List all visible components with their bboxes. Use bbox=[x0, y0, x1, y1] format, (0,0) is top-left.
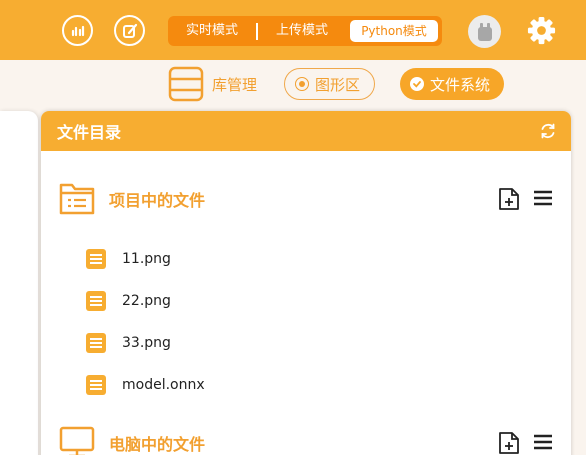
file-directory-panel: 文件目录 项目中的文件 11.png 22.png 33.png model.o… bbox=[41, 111, 571, 455]
chart-icon[interactable] bbox=[62, 15, 93, 46]
gear-icon[interactable] bbox=[526, 15, 557, 46]
panel-title: 文件目录 bbox=[57, 123, 122, 142]
radio-icon bbox=[295, 77, 309, 91]
file-item[interactable]: 22.png bbox=[85, 289, 171, 313]
left-side-panel bbox=[0, 111, 38, 455]
edit-icon[interactable] bbox=[114, 15, 145, 46]
robot-avatar-icon[interactable] bbox=[468, 15, 501, 48]
refresh-icon[interactable] bbox=[539, 122, 557, 140]
file-item[interactable]: 33.png bbox=[85, 331, 171, 355]
file-item[interactable]: model.onnx bbox=[85, 373, 205, 397]
check-icon bbox=[410, 77, 424, 91]
menu-icon[interactable] bbox=[533, 433, 553, 451]
add-file-icon[interactable] bbox=[498, 187, 520, 211]
file-name: 11.png bbox=[122, 251, 171, 267]
document-icon bbox=[86, 375, 106, 395]
mode-python-button[interactable]: Python模式 bbox=[350, 20, 438, 42]
nav-graph-button[interactable]: 图形区 bbox=[284, 68, 376, 100]
monitor-icon bbox=[59, 426, 95, 455]
mode-upload-button[interactable]: 上传模式 bbox=[258, 16, 346, 46]
mode-switch: 实时模式 上传模式 Python模式 bbox=[168, 16, 442, 46]
file-name: 22.png bbox=[122, 293, 171, 309]
file-item[interactable]: 11.png bbox=[85, 247, 171, 271]
folder-icon bbox=[59, 183, 95, 215]
mode-realtime-button[interactable]: 实时模式 bbox=[168, 16, 256, 46]
top-toolbar: 实时模式 上传模式 Python模式 bbox=[0, 0, 586, 60]
file-name: model.onnx bbox=[122, 377, 205, 393]
document-icon bbox=[86, 291, 106, 311]
panel-header: 文件目录 bbox=[41, 111, 571, 151]
add-file-icon[interactable] bbox=[498, 431, 520, 455]
computer-files-title: 电脑中的文件 bbox=[109, 435, 206, 454]
document-icon bbox=[86, 333, 106, 353]
menu-icon[interactable] bbox=[533, 189, 553, 207]
database-icon bbox=[168, 66, 204, 102]
project-files-title: 项目中的文件 bbox=[109, 191, 206, 210]
file-name: 33.png bbox=[122, 335, 171, 351]
nav-library-button[interactable]: 库管理 bbox=[168, 66, 257, 102]
document-icon bbox=[86, 249, 106, 269]
nav-graph-label: 图形区 bbox=[315, 75, 361, 94]
nav-library-label: 库管理 bbox=[212, 75, 258, 94]
project-files-section: 项目中的文件 bbox=[41, 181, 571, 221]
nav-files-label: 文件系统 bbox=[430, 75, 491, 94]
nav-files-button[interactable]: 文件系统 bbox=[400, 68, 505, 100]
computer-files-section: 电脑中的文件 bbox=[41, 425, 571, 455]
